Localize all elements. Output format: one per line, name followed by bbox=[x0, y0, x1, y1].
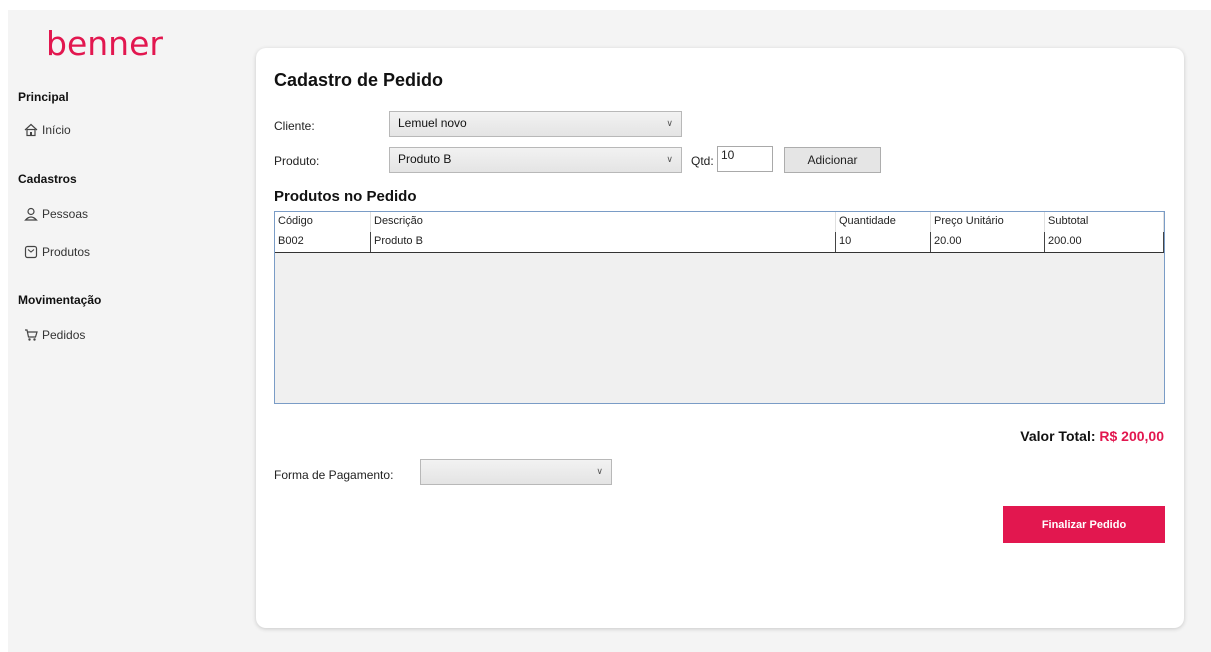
column-header-codigo[interactable]: Código bbox=[275, 212, 371, 232]
sidebar-item-pedidos[interactable]: Pedidos bbox=[24, 328, 85, 342]
app-window: benner Principal Início Cadastros Pessoa… bbox=[0, 0, 1211, 652]
product-box-icon bbox=[24, 245, 38, 259]
table-header: Código Descrição Quantidade Preço Unitár… bbox=[275, 212, 1164, 232]
qtd-label: Qtd: bbox=[691, 154, 714, 168]
column-header-quantidade[interactable]: Quantidade bbox=[836, 212, 931, 232]
page-title: Cadastro de Pedido bbox=[274, 70, 444, 90]
column-header-subtotal[interactable]: Subtotal bbox=[1045, 212, 1164, 232]
add-product-button[interactable]: Adicionar bbox=[784, 147, 881, 173]
produto-select[interactable]: Produto B ∨ bbox=[389, 147, 682, 173]
sidebar-item-label: Pessoas bbox=[42, 207, 89, 221]
table-cell: 10 bbox=[836, 232, 931, 252]
sidebar-item-label: Produtos bbox=[42, 245, 91, 259]
section-title-cadastros: Cadastros bbox=[18, 172, 77, 186]
main-content: Cadastro de Pedido Cliente: Lemuel novo … bbox=[216, 10, 1211, 652]
chevron-down-icon: ∨ bbox=[666, 118, 673, 128]
qtd-input[interactable]: 10 bbox=[717, 146, 773, 172]
payment-label: Forma de Pagamento: bbox=[274, 468, 394, 482]
table-cell: 20.00 bbox=[931, 232, 1045, 252]
cliente-label: Cliente: bbox=[274, 119, 315, 133]
table-cell: Produto B bbox=[371, 232, 836, 252]
order-form-card: Cadastro de Pedido Cliente: Lemuel novo … bbox=[256, 48, 1184, 628]
sidebar-item-produtos[interactable]: Produtos bbox=[24, 245, 90, 259]
section-title-movimentacao: Movimentação bbox=[18, 293, 102, 307]
sidebar-item-inicio[interactable]: Início bbox=[24, 123, 71, 137]
cart-icon bbox=[24, 328, 38, 342]
order-total: Valor Total: R$ 200,00 bbox=[1020, 428, 1164, 444]
column-header-descricao[interactable]: Descrição bbox=[371, 212, 836, 232]
payment-select[interactable]: ∨ bbox=[420, 459, 612, 485]
products-table[interactable]: Código Descrição Quantidade Preço Unitár… bbox=[274, 211, 1165, 404]
sidebar-item-pessoas[interactable]: Pessoas bbox=[24, 207, 88, 221]
produto-select-value: Produto B bbox=[398, 152, 452, 166]
benner-logo: benner bbox=[46, 24, 163, 63]
sidebar: benner Principal Início Cadastros Pessoa… bbox=[8, 10, 216, 652]
sidebar-item-label: Início bbox=[42, 123, 71, 137]
column-header-preco[interactable]: Preço Unitário bbox=[931, 212, 1045, 232]
total-label: Valor Total: bbox=[1020, 428, 1096, 444]
cliente-select-value: Lemuel novo bbox=[398, 116, 467, 130]
chevron-down-icon: ∨ bbox=[596, 466, 603, 476]
person-icon bbox=[24, 207, 38, 221]
home-icon bbox=[24, 123, 38, 137]
cliente-select[interactable]: Lemuel novo ∨ bbox=[389, 111, 682, 137]
total-value: R$ 200,00 bbox=[1099, 428, 1164, 444]
table-row[interactable]: B002 Produto B 10 20.00 200.00 bbox=[275, 232, 1164, 253]
table-cell: B002 bbox=[275, 232, 371, 252]
finish-order-button[interactable]: Finalizar Pedido bbox=[1003, 506, 1165, 543]
sidebar-item-label: Pedidos bbox=[42, 328, 86, 342]
table-cell: 200.00 bbox=[1045, 232, 1164, 252]
chevron-down-icon: ∨ bbox=[666, 154, 673, 164]
section-title-principal: Principal bbox=[18, 90, 69, 104]
products-section-title: Produtos no Pedido bbox=[274, 188, 417, 205]
produto-label: Produto: bbox=[274, 154, 320, 168]
